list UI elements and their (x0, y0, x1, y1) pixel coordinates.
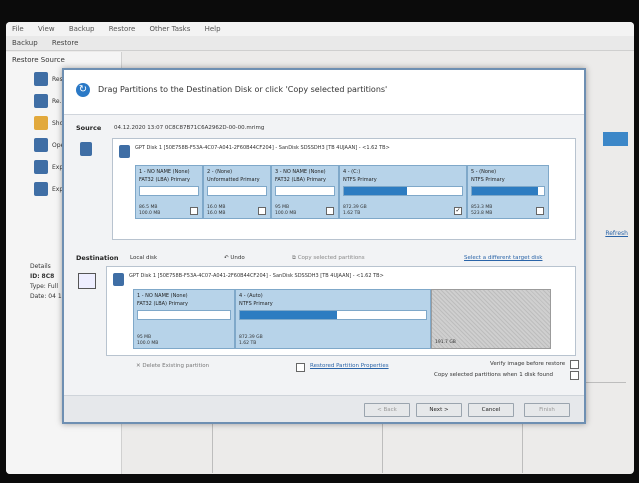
disk-icon (34, 94, 48, 108)
destination-disk: GPT Disk 1 [50E758B-F53A-4C07-A041-2F60B… (106, 266, 576, 356)
verify-label: Verify image before restore (490, 361, 566, 367)
source-partition-2[interactable]: 2 - (None) Unformatted Primary 16.0 MB 1… (203, 165, 271, 219)
copy-selected-button[interactable]: ⧉ Copy selected partitions (292, 255, 365, 262)
verify-checkbox[interactable] (570, 360, 579, 369)
app-toolbar: Backup Restore (6, 36, 634, 51)
copy-when-checkbox[interactable] (570, 371, 579, 380)
delete-partition-button[interactable]: ✕ Delete Existing partition (136, 363, 209, 369)
menu-restore[interactable]: Restore (109, 25, 136, 33)
dialog-button-bar: < Back Next > Cancel Finish (64, 395, 584, 422)
drive-icon (34, 182, 48, 196)
unallocated-space[interactable]: 191.7 GB (431, 289, 551, 349)
source-label: Source (76, 124, 102, 132)
panel-header: Restore Source (12, 56, 65, 64)
dest-partition-4[interactable]: 4 - (Auto) NTFS Primary 872.39 GB 1.62 T… (235, 289, 431, 349)
menu-file[interactable]: File (12, 25, 24, 33)
menu-help[interactable]: Help (205, 25, 221, 33)
fill (240, 311, 337, 319)
cancel-button[interactable]: Cancel (468, 403, 514, 417)
fill (344, 187, 407, 195)
back-button[interactable]: < Back (364, 403, 410, 417)
restore-wizard-icon: ↻ (76, 83, 90, 97)
source-partition-5[interactable]: 5 - (None) NTFS Primary 853.3 MB 523.8 M… (467, 165, 549, 219)
destination-disk-header: GPT Disk 1 [50E758B-F53A-4C07-A041-2F60B… (129, 273, 384, 279)
destination-label: Destination (76, 254, 119, 262)
source-info: 04.12.2020 13:07 0C8C87B71C6A2962D-00-00… (114, 125, 265, 131)
menu-view[interactable]: View (38, 25, 55, 33)
next-button[interactable]: Next > (416, 403, 462, 417)
source-disk: GPT Disk 1 [50E758B-F53A-4C07-A041-2F60B… (112, 138, 576, 240)
tab-restore[interactable]: Restore (52, 39, 79, 47)
source-partition-4[interactable]: 4 - (C:) NTFS Primary 872.39 GB 1.62 TB … (339, 165, 467, 219)
dialog-header: ↻ Drag Partitions to the Destination Dis… (64, 70, 584, 115)
finish-button[interactable]: Finish (524, 403, 570, 417)
partition-checkbox[interactable] (536, 207, 544, 215)
restore-icon (34, 72, 48, 86)
menu-backup[interactable]: Backup (69, 25, 95, 33)
partition-checkbox[interactable] (190, 207, 198, 215)
partition-checkbox[interactable] (326, 207, 334, 215)
restore-dialog: ↻ Drag Partitions to the Destination Dis… (62, 68, 586, 424)
destination-sub: Local disk (130, 255, 158, 261)
destination-disk-image-icon (113, 273, 124, 286)
source-partition-1[interactable]: 1 - NO NAME (None) FAT32 (LBA) Primary 8… (135, 165, 203, 219)
menu-other-tasks[interactable]: Other Tasks (150, 25, 191, 33)
source-disk-image-icon (119, 145, 130, 158)
fill (472, 187, 539, 195)
dialog-title: Drag Partitions to the Destination Disk … (98, 85, 388, 94)
select-target-link[interactable]: Select a different target disk (464, 255, 542, 261)
drive-icon (34, 138, 48, 152)
partition-checkbox[interactable] (258, 207, 266, 215)
destination-disk-icon (78, 273, 96, 289)
undo-button[interactable]: ↶ Undo (224, 255, 245, 261)
tab-backup[interactable]: Backup (12, 39, 38, 47)
progress-indicator (603, 132, 628, 146)
folder-icon (34, 116, 48, 130)
details-header: Details (30, 263, 51, 270)
source-disk-header: GPT Disk 1 [50E758B-F53A-4C07-A041-2F60B… (135, 145, 390, 151)
source-partition-3[interactable]: 3 - NO NAME (None) FAT32 (LBA) Primary 9… (271, 165, 339, 219)
app-menu-bar: File View Backup Restore Other Tasks Hel… (6, 22, 634, 37)
screen: File View Backup Restore Other Tasks Hel… (6, 22, 634, 474)
restored-partition-properties-link[interactable]: Restored Partition Properties (310, 363, 389, 369)
partition-checkbox-checked[interactable]: ✓ (454, 207, 462, 215)
props-icon (296, 363, 305, 372)
dest-partition-1[interactable]: 1 - NO NAME (None) FAT32 (LBA) Primary 9… (133, 289, 235, 349)
refresh-link[interactable]: Refresh (605, 230, 628, 237)
details-block: Details ID: 8C8 Type: Full Date: 04 1 (30, 263, 62, 300)
source-disk-icon (80, 142, 92, 156)
copy-when-label: Copy selected partitions when 1 disk fou… (434, 372, 554, 378)
drive-icon (34, 160, 48, 174)
